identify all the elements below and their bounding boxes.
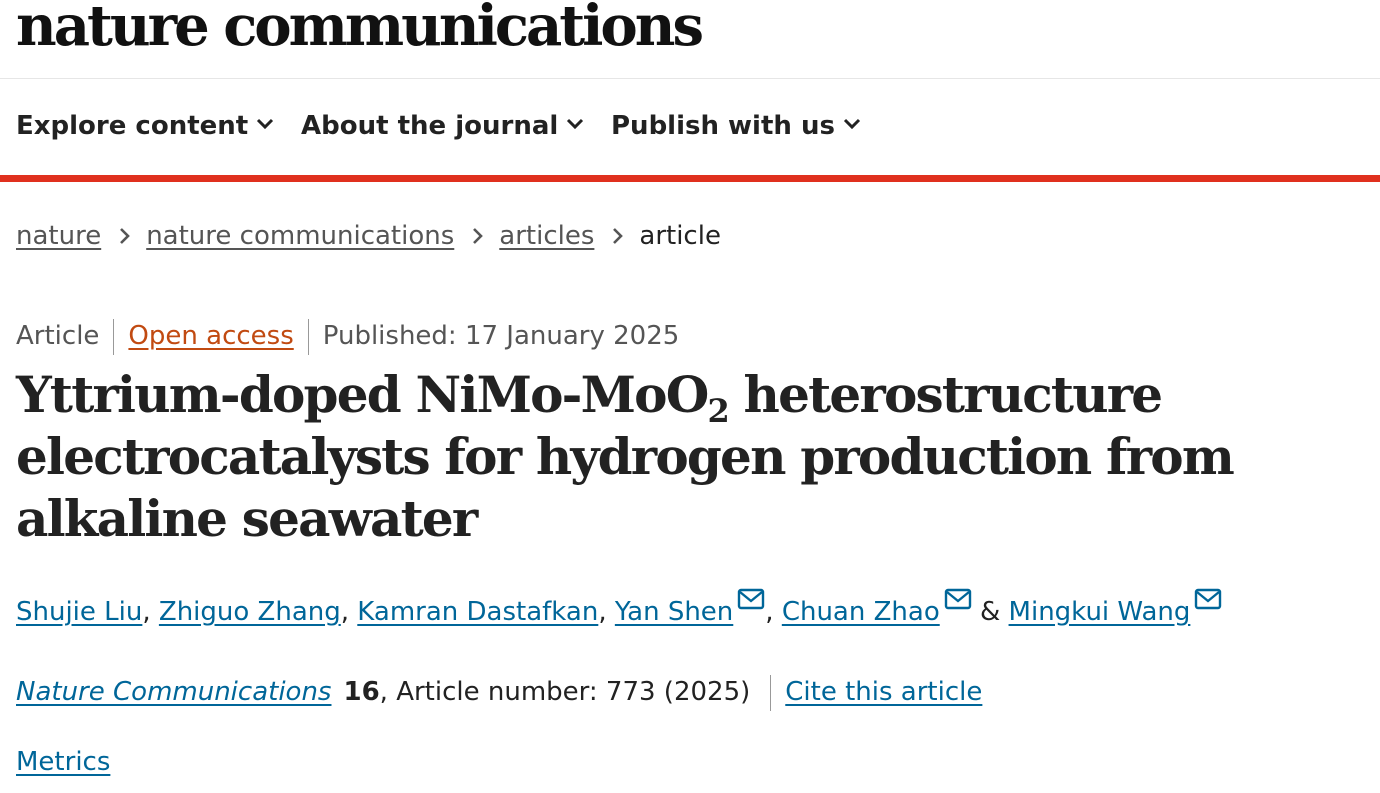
volume-number: 16	[343, 677, 380, 707]
article-meta: Article Open access Published: 17 January …	[16, 316, 679, 356]
citation-divider	[770, 674, 772, 711]
cite-this-article-link[interactable]: Cite this article	[785, 677, 982, 707]
published-date: Published: 17 January 2025	[322, 321, 680, 351]
chevron-down-icon	[567, 118, 584, 129]
article-number: , Article number: 773 (2025)	[379, 677, 751, 707]
chevron-down-icon	[843, 118, 861, 129]
breadcrumb-current: article	[639, 221, 721, 251]
masthead: nature communications	[0, 0, 1380, 79]
mail-icon[interactable]	[944, 588, 972, 610]
breadcrumb-nature-communications[interactable]: nature communications	[146, 221, 454, 251]
author-link[interactable]: Yan Shen	[615, 597, 733, 627]
breadcrumb: nature nature communications articles artic…	[16, 216, 721, 256]
chevron-right-icon	[613, 228, 624, 244]
author-link[interactable]: Zhiguo Zhang	[159, 597, 341, 627]
meta-divider	[307, 318, 309, 355]
article-title: Yttrium-doped NiMo-MoO2 heterostructure …	[16, 364, 1366, 550]
meta-divider	[113, 318, 115, 355]
author-link[interactable]: Kamran Dastafkan	[357, 597, 598, 627]
author-link[interactable]: Mingkui Wang	[1009, 597, 1191, 627]
journal-logo[interactable]: nature communications	[16, 0, 704, 58]
mail-icon[interactable]	[1194, 588, 1222, 610]
chevron-right-icon	[120, 228, 131, 244]
breadcrumb-nature[interactable]: nature	[16, 221, 101, 251]
author-separator: ,	[142, 597, 159, 627]
nav-explore-content[interactable]: Explore content	[16, 108, 274, 144]
main-nav: Explore content About the journal Publis…	[0, 78, 1380, 175]
author-separator: ,	[598, 597, 615, 627]
article-page: nature communications Explore content Ab…	[0, 0, 1380, 793]
author-link[interactable]: Chuan Zhao	[782, 597, 940, 627]
metrics-link[interactable]: Metrics	[16, 742, 110, 782]
author-separator: &	[971, 597, 1009, 627]
title-subscript: 2	[707, 392, 729, 430]
author-separator: ,	[765, 597, 782, 627]
author-link[interactable]: Shujie Liu	[16, 597, 142, 627]
nav-about-journal[interactable]: About the journal	[301, 108, 584, 144]
journal-link[interactable]: Nature Communications	[16, 677, 331, 707]
nav-label: Publish with us	[611, 111, 835, 141]
accent-divider	[0, 175, 1380, 182]
breadcrumb-articles[interactable]: articles	[499, 221, 594, 251]
nav-label: Explore content	[16, 111, 249, 141]
nav-label: About the journal	[301, 111, 559, 141]
article-type: Article	[16, 321, 100, 351]
title-part-1: Yttrium-doped NiMo-MoO	[16, 365, 709, 424]
author-list: Shujie Liu, Zhiguo Zhang, Kamran Dastafk…	[16, 588, 1222, 632]
chevron-right-icon	[473, 228, 484, 244]
nav-publish-with-us[interactable]: Publish with us	[611, 108, 861, 144]
mail-icon[interactable]	[737, 588, 765, 610]
chevron-down-icon	[257, 118, 274, 129]
open-access-link[interactable]: Open access	[128, 321, 293, 351]
citation-line: Nature Communications 16, Article number:…	[16, 672, 982, 712]
author-separator: ,	[340, 597, 358, 627]
